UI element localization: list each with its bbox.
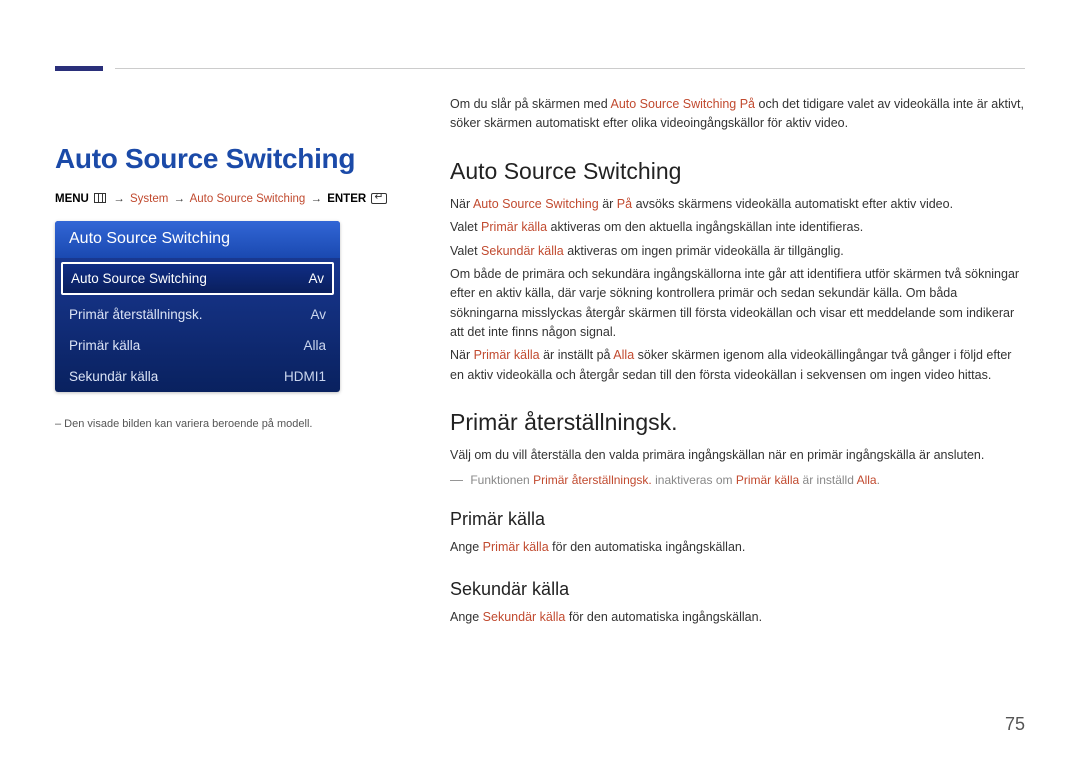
breadcrumb: MENU → System → Auto Source Switching → … bbox=[55, 193, 410, 205]
paragraph: Ange Sekundär källa för den automatiska … bbox=[450, 608, 1025, 627]
breadcrumb-system: System bbox=[130, 193, 168, 205]
text: aktiveras om den aktuella ingångskällan … bbox=[551, 220, 864, 234]
text-highlight: Primär återställningsk. bbox=[533, 473, 652, 487]
header-rule bbox=[115, 68, 1025, 69]
left-column: Auto Source Switching MENU → System → Au… bbox=[55, 95, 410, 430]
panel-row-value: HDMI1 bbox=[284, 369, 326, 384]
intro-paragraph: Om du slår på skärmen med Auto Source Sw… bbox=[450, 95, 1025, 134]
text: är bbox=[602, 197, 617, 211]
section-heading-ass: Auto Source Switching bbox=[450, 158, 1025, 185]
text-highlight: Primär källa bbox=[736, 473, 799, 487]
text-highlight: Auto Source Switching bbox=[473, 197, 599, 211]
dash-icon: ― bbox=[450, 472, 463, 487]
enter-icon bbox=[371, 193, 387, 204]
text: . bbox=[877, 473, 880, 487]
text-highlight: Primär källa bbox=[483, 540, 549, 554]
text: för den automatiska ingångskällan. bbox=[552, 540, 745, 554]
section-heading-primar-kalla: Primär källa bbox=[450, 509, 1025, 530]
paragraph: När Auto Source Switching är På avsöks s… bbox=[450, 195, 1025, 214]
breadcrumb-menu: MENU bbox=[55, 193, 89, 205]
text: Valet bbox=[450, 244, 481, 258]
paragraph: Valet Sekundär källa aktiveras om ingen … bbox=[450, 242, 1025, 261]
text: för den automatiska ingångskällan. bbox=[569, 610, 762, 624]
paragraph: Ange Primär källa för den automatiska in… bbox=[450, 538, 1025, 557]
panel-row-3[interactable]: Sekundär källa HDMI1 bbox=[55, 361, 340, 392]
text: är inställd bbox=[803, 473, 857, 487]
text: Funktionen bbox=[470, 473, 533, 487]
breadcrumb-auto-src: Auto Source Switching bbox=[190, 193, 306, 205]
panel-row-label: Auto Source Switching bbox=[71, 271, 207, 286]
text-highlight: Primär källa bbox=[481, 220, 547, 234]
page-title: Auto Source Switching bbox=[55, 143, 410, 175]
section-heading-primar-ater: Primär återställningsk. bbox=[450, 409, 1025, 436]
panel-row-value: Alla bbox=[303, 338, 326, 353]
text-highlight: Alla bbox=[857, 473, 877, 487]
breadcrumb-enter: ENTER bbox=[327, 193, 366, 205]
paragraph: Om både de primära och sekundära ingångs… bbox=[450, 265, 1025, 343]
text-highlight: På bbox=[617, 197, 632, 211]
panel-header: Auto Source Switching bbox=[55, 221, 340, 258]
panel-row-label: Primär återställningsk. bbox=[69, 307, 203, 322]
text: aktiveras om ingen primär videokälla är … bbox=[567, 244, 844, 258]
panel-row-label: Primär källa bbox=[69, 338, 140, 353]
header-accent bbox=[55, 66, 103, 71]
text: När bbox=[450, 348, 474, 362]
menu-icon bbox=[94, 193, 106, 203]
arrow-icon: → bbox=[113, 193, 125, 205]
page: Auto Source Switching MENU → System → Au… bbox=[0, 0, 1080, 763]
panel-row-0[interactable]: Auto Source Switching Av bbox=[61, 262, 334, 295]
left-footnote: – Den visade bilden kan variera beroende… bbox=[55, 418, 410, 430]
panel-row-2[interactable]: Primär källa Alla bbox=[55, 330, 340, 361]
text: avsöks skärmens videokälla automatiskt e… bbox=[636, 197, 954, 211]
text: Om du slår på skärmen med bbox=[450, 97, 610, 111]
right-column: Om du slår på skärmen med Auto Source Sw… bbox=[450, 95, 1025, 631]
page-number: 75 bbox=[1005, 714, 1025, 735]
paragraph: När Primär källa är inställt på Alla sök… bbox=[450, 346, 1025, 385]
arrow-icon: → bbox=[174, 193, 186, 205]
paragraph: Välj om du vill återställa den valda pri… bbox=[450, 446, 1025, 465]
text: inaktiveras om bbox=[655, 473, 736, 487]
text: Valet bbox=[450, 220, 481, 234]
text: är inställt på bbox=[543, 348, 613, 362]
panel-row-label: Sekundär källa bbox=[69, 369, 158, 384]
paragraph: Valet Primär källa aktiveras om den aktu… bbox=[450, 218, 1025, 237]
section-heading-sekundar-kalla: Sekundär källa bbox=[450, 579, 1025, 600]
text: Ange bbox=[450, 540, 483, 554]
panel-row-value: Av bbox=[308, 271, 324, 286]
text: När bbox=[450, 197, 473, 211]
text-highlight: Primär källa bbox=[474, 348, 540, 362]
text-highlight: Auto Source Switching På bbox=[610, 97, 755, 111]
text: Ange bbox=[450, 610, 483, 624]
text-highlight: Alla bbox=[613, 348, 634, 362]
panel-row-value: Av bbox=[310, 307, 326, 322]
arrow-icon: → bbox=[311, 193, 323, 205]
note: ― Funktionen Primär återställningsk. ina… bbox=[450, 472, 1025, 487]
text-highlight: Sekundär källa bbox=[481, 244, 564, 258]
settings-panel: Auto Source Switching Auto Source Switch… bbox=[55, 221, 340, 392]
text-highlight: Sekundär källa bbox=[483, 610, 566, 624]
panel-row-1[interactable]: Primär återställningsk. Av bbox=[55, 299, 340, 330]
